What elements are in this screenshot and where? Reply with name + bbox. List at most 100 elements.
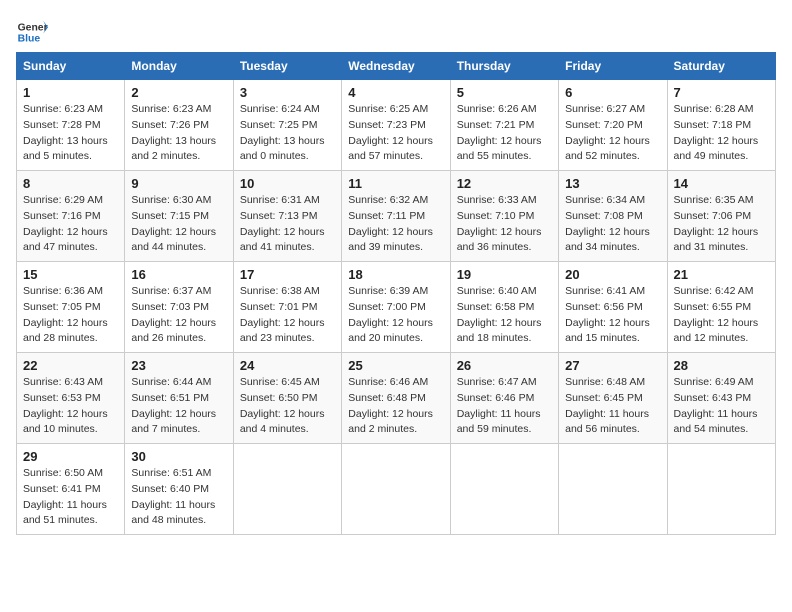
day-detail: Sunrise: 6:28 AMSunset: 7:18 PMDaylight:… xyxy=(674,103,759,162)
calendar-cell: 28 Sunrise: 6:49 AMSunset: 6:43 PMDaylig… xyxy=(667,353,775,444)
day-number: 11 xyxy=(348,176,443,191)
day-number: 15 xyxy=(23,267,118,282)
day-detail: Sunrise: 6:43 AMSunset: 6:53 PMDaylight:… xyxy=(23,376,108,435)
day-detail: Sunrise: 6:35 AMSunset: 7:06 PMDaylight:… xyxy=(674,194,759,253)
calendar-cell xyxy=(450,444,558,535)
weekday-header-cell: Thursday xyxy=(450,53,558,80)
weekday-header-cell: Saturday xyxy=(667,53,775,80)
day-detail: Sunrise: 6:51 AMSunset: 6:40 PMDaylight:… xyxy=(131,467,215,526)
day-number: 20 xyxy=(565,267,660,282)
day-number: 8 xyxy=(23,176,118,191)
calendar-week-row: 1 Sunrise: 6:23 AMSunset: 7:28 PMDayligh… xyxy=(17,80,776,171)
day-number: 2 xyxy=(131,85,226,100)
day-number: 19 xyxy=(457,267,552,282)
page-header: General Blue xyxy=(16,16,776,48)
calendar-week-row: 15 Sunrise: 6:36 AMSunset: 7:05 PMDaylig… xyxy=(17,262,776,353)
day-detail: Sunrise: 6:30 AMSunset: 7:15 PMDaylight:… xyxy=(131,194,216,253)
calendar-cell: 24 Sunrise: 6:45 AMSunset: 6:50 PMDaylig… xyxy=(233,353,341,444)
calendar-cell: 26 Sunrise: 6:47 AMSunset: 6:46 PMDaylig… xyxy=(450,353,558,444)
weekday-header-cell: Sunday xyxy=(17,53,125,80)
calendar-cell: 21 Sunrise: 6:42 AMSunset: 6:55 PMDaylig… xyxy=(667,262,775,353)
day-detail: Sunrise: 6:39 AMSunset: 7:00 PMDaylight:… xyxy=(348,285,433,344)
weekday-header-cell: Wednesday xyxy=(342,53,450,80)
day-number: 25 xyxy=(348,358,443,373)
svg-text:Blue: Blue xyxy=(18,34,41,45)
calendar-cell: 6 Sunrise: 6:27 AMSunset: 7:20 PMDayligh… xyxy=(559,80,667,171)
calendar-cell: 4 Sunrise: 6:25 AMSunset: 7:23 PMDayligh… xyxy=(342,80,450,171)
day-detail: Sunrise: 6:50 AMSunset: 6:41 PMDaylight:… xyxy=(23,467,107,526)
day-number: 12 xyxy=(457,176,552,191)
day-detail: Sunrise: 6:26 AMSunset: 7:21 PMDaylight:… xyxy=(457,103,542,162)
day-number: 27 xyxy=(565,358,660,373)
calendar-week-row: 29 Sunrise: 6:50 AMSunset: 6:41 PMDaylig… xyxy=(17,444,776,535)
logo-icon: General Blue xyxy=(16,16,48,48)
day-detail: Sunrise: 6:44 AMSunset: 6:51 PMDaylight:… xyxy=(131,376,216,435)
day-number: 5 xyxy=(457,85,552,100)
day-detail: Sunrise: 6:33 AMSunset: 7:10 PMDaylight:… xyxy=(457,194,542,253)
day-number: 9 xyxy=(131,176,226,191)
day-number: 7 xyxy=(674,85,769,100)
calendar-cell: 15 Sunrise: 6:36 AMSunset: 7:05 PMDaylig… xyxy=(17,262,125,353)
day-detail: Sunrise: 6:25 AMSunset: 7:23 PMDaylight:… xyxy=(348,103,433,162)
calendar-cell: 23 Sunrise: 6:44 AMSunset: 6:51 PMDaylig… xyxy=(125,353,233,444)
day-number: 10 xyxy=(240,176,335,191)
calendar-cell: 29 Sunrise: 6:50 AMSunset: 6:41 PMDaylig… xyxy=(17,444,125,535)
day-detail: Sunrise: 6:34 AMSunset: 7:08 PMDaylight:… xyxy=(565,194,650,253)
day-detail: Sunrise: 6:23 AMSunset: 7:28 PMDaylight:… xyxy=(23,103,108,162)
day-detail: Sunrise: 6:41 AMSunset: 6:56 PMDaylight:… xyxy=(565,285,650,344)
day-detail: Sunrise: 6:40 AMSunset: 6:58 PMDaylight:… xyxy=(457,285,542,344)
calendar-cell: 20 Sunrise: 6:41 AMSunset: 6:56 PMDaylig… xyxy=(559,262,667,353)
calendar-cell: 1 Sunrise: 6:23 AMSunset: 7:28 PMDayligh… xyxy=(17,80,125,171)
calendar-table: SundayMondayTuesdayWednesdayThursdayFrid… xyxy=(16,52,776,535)
calendar-cell: 5 Sunrise: 6:26 AMSunset: 7:21 PMDayligh… xyxy=(450,80,558,171)
day-detail: Sunrise: 6:48 AMSunset: 6:45 PMDaylight:… xyxy=(565,376,649,435)
day-number: 17 xyxy=(240,267,335,282)
day-detail: Sunrise: 6:38 AMSunset: 7:01 PMDaylight:… xyxy=(240,285,325,344)
day-number: 18 xyxy=(348,267,443,282)
day-number: 30 xyxy=(131,449,226,464)
calendar-week-row: 22 Sunrise: 6:43 AMSunset: 6:53 PMDaylig… xyxy=(17,353,776,444)
day-detail: Sunrise: 6:47 AMSunset: 6:46 PMDaylight:… xyxy=(457,376,541,435)
day-detail: Sunrise: 6:45 AMSunset: 6:50 PMDaylight:… xyxy=(240,376,325,435)
day-number: 24 xyxy=(240,358,335,373)
day-number: 29 xyxy=(23,449,118,464)
calendar-cell: 8 Sunrise: 6:29 AMSunset: 7:16 PMDayligh… xyxy=(17,171,125,262)
day-number: 3 xyxy=(240,85,335,100)
calendar-cell: 7 Sunrise: 6:28 AMSunset: 7:18 PMDayligh… xyxy=(667,80,775,171)
calendar-cell: 2 Sunrise: 6:23 AMSunset: 7:26 PMDayligh… xyxy=(125,80,233,171)
day-number: 13 xyxy=(565,176,660,191)
day-number: 23 xyxy=(131,358,226,373)
calendar-week-row: 8 Sunrise: 6:29 AMSunset: 7:16 PMDayligh… xyxy=(17,171,776,262)
day-detail: Sunrise: 6:29 AMSunset: 7:16 PMDaylight:… xyxy=(23,194,108,253)
calendar-cell xyxy=(233,444,341,535)
day-number: 4 xyxy=(348,85,443,100)
day-number: 6 xyxy=(565,85,660,100)
day-detail: Sunrise: 6:32 AMSunset: 7:11 PMDaylight:… xyxy=(348,194,433,253)
day-detail: Sunrise: 6:49 AMSunset: 6:43 PMDaylight:… xyxy=(674,376,758,435)
calendar-cell: 13 Sunrise: 6:34 AMSunset: 7:08 PMDaylig… xyxy=(559,171,667,262)
calendar-cell: 27 Sunrise: 6:48 AMSunset: 6:45 PMDaylig… xyxy=(559,353,667,444)
calendar-cell: 22 Sunrise: 6:43 AMSunset: 6:53 PMDaylig… xyxy=(17,353,125,444)
day-detail: Sunrise: 6:37 AMSunset: 7:03 PMDaylight:… xyxy=(131,285,216,344)
day-number: 26 xyxy=(457,358,552,373)
day-detail: Sunrise: 6:42 AMSunset: 6:55 PMDaylight:… xyxy=(674,285,759,344)
calendar-cell: 11 Sunrise: 6:32 AMSunset: 7:11 PMDaylig… xyxy=(342,171,450,262)
calendar-cell: 12 Sunrise: 6:33 AMSunset: 7:10 PMDaylig… xyxy=(450,171,558,262)
day-number: 21 xyxy=(674,267,769,282)
svg-text:General: General xyxy=(18,22,48,33)
weekday-header-cell: Monday xyxy=(125,53,233,80)
calendar-cell: 17 Sunrise: 6:38 AMSunset: 7:01 PMDaylig… xyxy=(233,262,341,353)
day-number: 16 xyxy=(131,267,226,282)
calendar-cell: 3 Sunrise: 6:24 AMSunset: 7:25 PMDayligh… xyxy=(233,80,341,171)
day-detail: Sunrise: 6:31 AMSunset: 7:13 PMDaylight:… xyxy=(240,194,325,253)
calendar-cell: 19 Sunrise: 6:40 AMSunset: 6:58 PMDaylig… xyxy=(450,262,558,353)
calendar-cell: 18 Sunrise: 6:39 AMSunset: 7:00 PMDaylig… xyxy=(342,262,450,353)
day-number: 28 xyxy=(674,358,769,373)
day-detail: Sunrise: 6:23 AMSunset: 7:26 PMDaylight:… xyxy=(131,103,216,162)
logo: General Blue xyxy=(16,16,48,48)
calendar-cell: 14 Sunrise: 6:35 AMSunset: 7:06 PMDaylig… xyxy=(667,171,775,262)
calendar-cell xyxy=(559,444,667,535)
day-detail: Sunrise: 6:27 AMSunset: 7:20 PMDaylight:… xyxy=(565,103,650,162)
calendar-cell: 9 Sunrise: 6:30 AMSunset: 7:15 PMDayligh… xyxy=(125,171,233,262)
day-detail: Sunrise: 6:46 AMSunset: 6:48 PMDaylight:… xyxy=(348,376,433,435)
